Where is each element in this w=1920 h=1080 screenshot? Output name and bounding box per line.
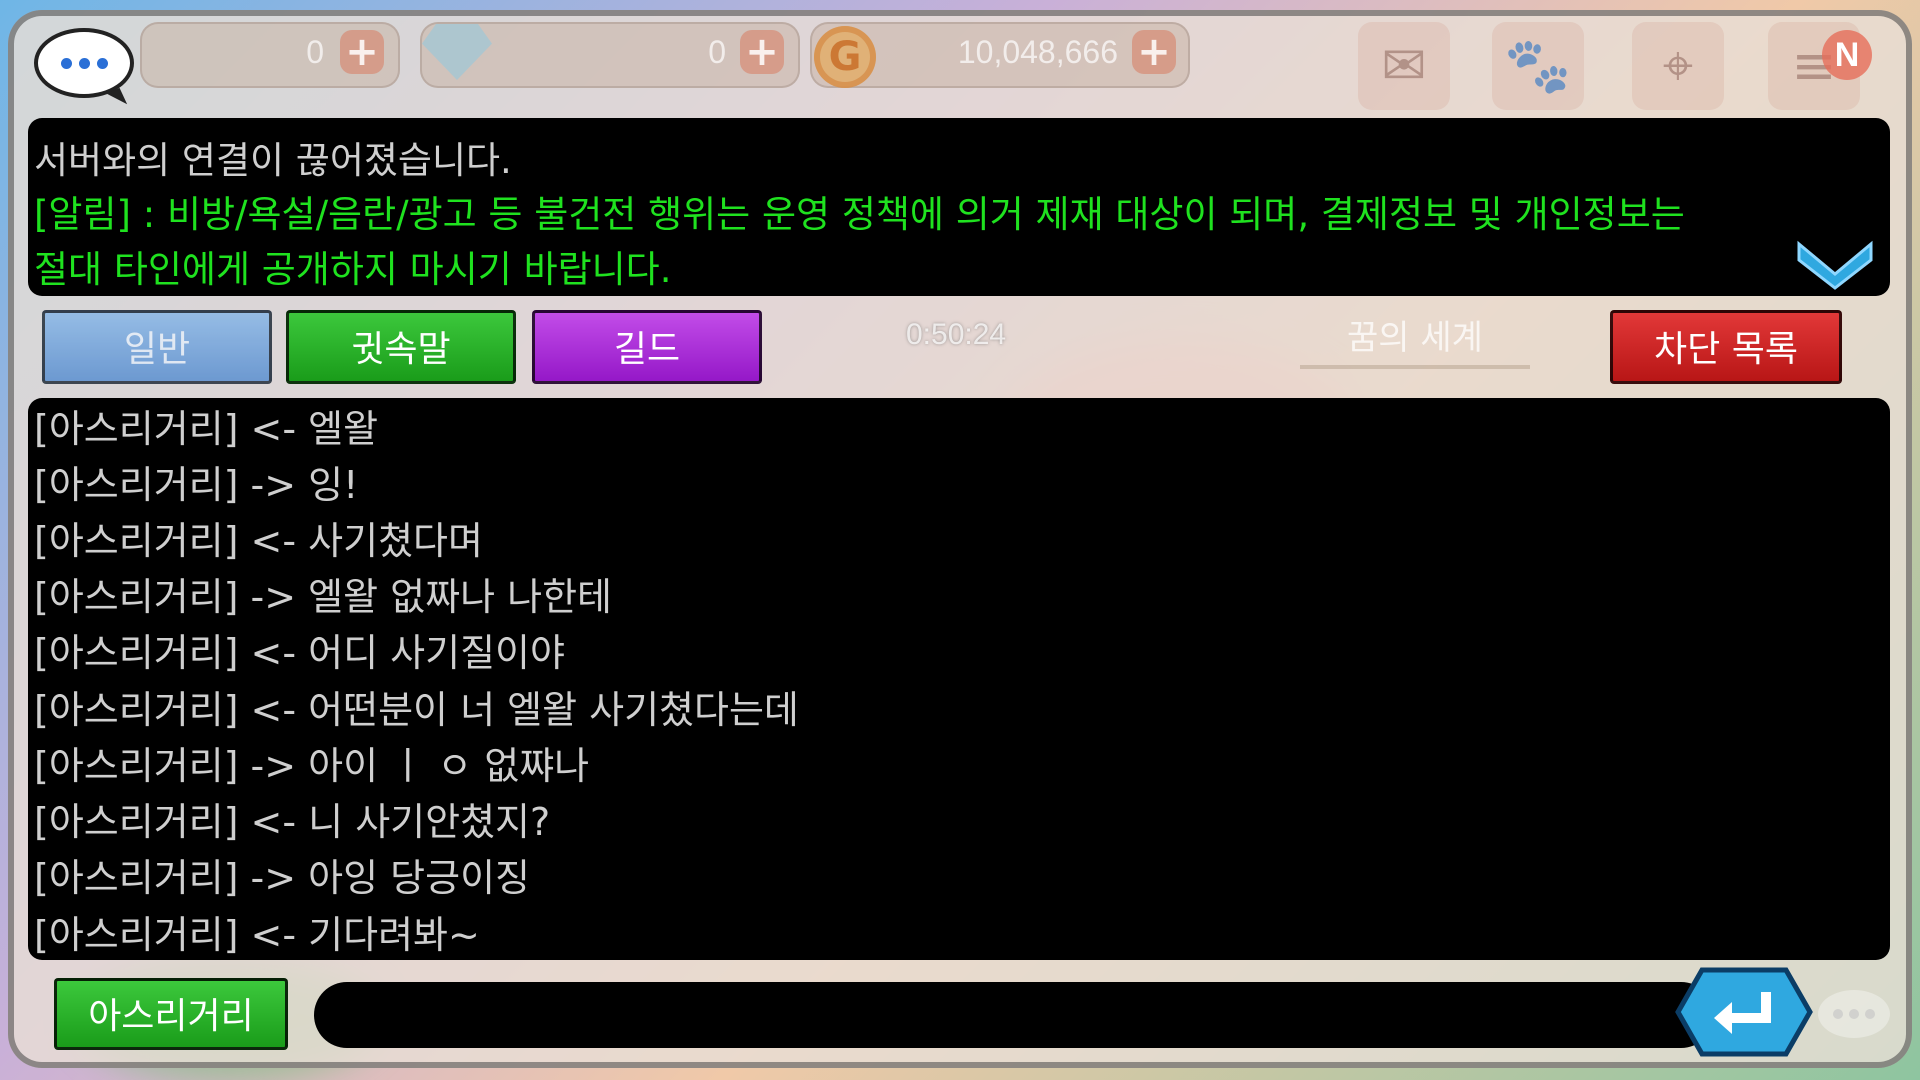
new-badge: N (1822, 30, 1872, 80)
notice-panel: 서버와의 연결이 끊어졌습니다. [알림] : 비방/욕설/음란/광고 등 불건… (28, 118, 1890, 296)
currency-2-value: 0 (708, 34, 726, 70)
chat-line: [아스리거리] <- 어떤분이 너 엘왈 사기쳤다는데 (34, 688, 799, 732)
currency-1-value: 0 (306, 34, 324, 70)
map-pin-icon[interactable]: ⌖ (1632, 22, 1724, 110)
whisper-target-button[interactable]: 아스리거리 (54, 978, 288, 1050)
chat-line: [아스리거리] <- 어디 사기질이야 (34, 631, 565, 675)
gold-value: 10,048,666 (957, 34, 1118, 70)
chat-line: [아스리거리] <- 사기쳤다며 (34, 519, 483, 563)
tab-guild[interactable]: 길드 (532, 310, 762, 384)
tab-normal[interactable]: 일반 (42, 310, 272, 384)
mail-icon[interactable]: ✉ (1358, 22, 1450, 110)
more-options-icon[interactable] (1818, 990, 1890, 1038)
chat-line: [아스리거리] -> 잉! (34, 463, 359, 507)
chat-input[interactable] (314, 982, 1714, 1048)
currency-1-plus-button[interactable]: + (340, 30, 384, 74)
gold-plus-button[interactable]: + (1132, 30, 1176, 74)
chat-line: [아스리거리] <- 니 사기안쳤지? (34, 800, 551, 844)
chat-line: [아스리거리] -> 아이 ㅣ ㅇ 없쨔나 (34, 744, 590, 788)
chat-line: [아스리거리] -> 엘왈 없짜나 나한테 (34, 575, 612, 619)
chat-log[interactable]: [아스리거리] <- 엘왈 [아스리거리] -> 잉! [아스리거리] <- 사… (28, 398, 1890, 960)
chat-line: [아스리거리] <- 기다려봐~ (34, 913, 480, 957)
chat-line: [아스리거리] -> 아잉 당긍이징 (34, 856, 531, 900)
send-button[interactable] (1674, 966, 1814, 1058)
session-timer: 0:50:24 (906, 318, 1007, 351)
world-label: 꿈의 세계 (1300, 310, 1530, 369)
chat-bubble-icon[interactable] (34, 28, 134, 98)
paw-icon[interactable]: 🐾 (1492, 22, 1584, 110)
currency-2-plus-button[interactable]: + (740, 30, 784, 74)
gold-coin-icon: G (814, 26, 876, 88)
block-list-button[interactable]: 차단 목록 (1610, 310, 1842, 384)
tab-whisper[interactable]: 귓속말 (286, 310, 516, 384)
system-message: 서버와의 연결이 끊어졌습니다. (34, 139, 512, 182)
warning-message-line-1: [알림] : 비방/욕설/음란/광고 등 불건전 행위는 운영 정책에 의거 제… (34, 193, 1685, 236)
warning-message-line-2: 절대 타인에게 공개하지 마시기 바랍니다. (34, 248, 672, 291)
chevron-down-icon[interactable] (1795, 230, 1875, 290)
chat-line: [아스리거리] <- 엘왈 (34, 407, 379, 451)
